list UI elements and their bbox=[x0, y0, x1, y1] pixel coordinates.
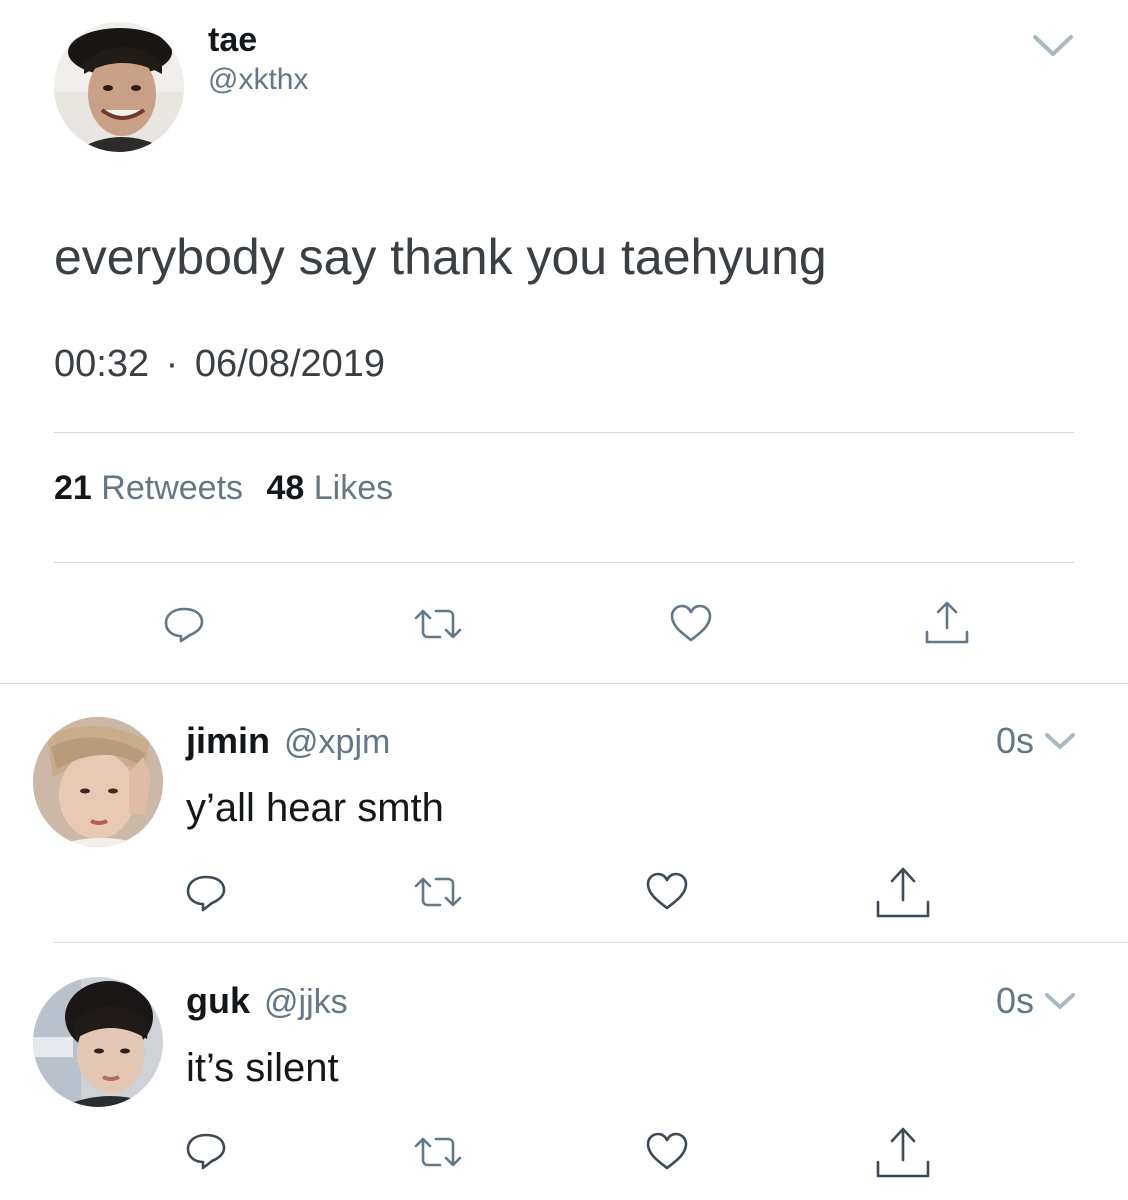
tweet-time: 00:32 bbox=[54, 343, 150, 385]
share-icon[interactable] bbox=[872, 864, 934, 920]
likes-count: 48 bbox=[266, 469, 305, 507]
user-handle[interactable]: @xkthx bbox=[208, 62, 308, 98]
reply-time: 0s bbox=[996, 980, 1035, 1021]
likes-stat[interactable]: 48 Likes bbox=[266, 469, 393, 507]
likes-label: Likes bbox=[313, 469, 394, 507]
divider bbox=[0, 683, 1128, 684]
reply-time-menu: 0s bbox=[996, 979, 1078, 1023]
chevron-down-icon[interactable] bbox=[1030, 30, 1076, 60]
divider bbox=[54, 942, 1128, 943]
retweet-icon[interactable] bbox=[410, 604, 466, 644]
chevron-down-icon[interactable] bbox=[1042, 728, 1078, 754]
tweet-text: everybody say thank you taehyung bbox=[54, 229, 827, 285]
reply-header: guk @jjks bbox=[186, 979, 348, 1024]
share-icon[interactable] bbox=[872, 1124, 934, 1180]
divider bbox=[54, 432, 1074, 433]
avatar[interactable] bbox=[33, 977, 163, 1107]
retweets-stat[interactable]: 21 Retweets bbox=[54, 469, 252, 507]
tweet-date: 06/08/2019 bbox=[194, 343, 386, 385]
retweet-icon[interactable] bbox=[410, 1132, 466, 1172]
avatar[interactable] bbox=[33, 717, 163, 847]
reply-time: 0s bbox=[996, 720, 1035, 761]
display-name[interactable]: tae bbox=[208, 20, 257, 60]
reply-time-menu: 0s bbox=[996, 719, 1078, 763]
reply-icon[interactable] bbox=[162, 604, 206, 644]
separator-dot: · bbox=[165, 343, 179, 385]
reply-icon[interactable] bbox=[184, 1130, 228, 1172]
heart-icon[interactable] bbox=[644, 1130, 690, 1172]
reply-header: jimin @xpjm bbox=[186, 719, 390, 764]
reply-icon[interactable] bbox=[184, 872, 228, 914]
divider bbox=[54, 562, 1074, 563]
heart-icon[interactable] bbox=[644, 870, 690, 912]
avatar[interactable] bbox=[54, 22, 184, 152]
user-handle[interactable]: @jjks bbox=[264, 983, 348, 1021]
retweets-count: 21 bbox=[54, 469, 92, 507]
reply-text: y’all hear smth bbox=[186, 786, 444, 830]
retweet-icon[interactable] bbox=[410, 872, 466, 912]
share-icon[interactable] bbox=[922, 598, 972, 646]
display-name[interactable]: jimin bbox=[186, 720, 270, 761]
chevron-down-icon[interactable] bbox=[1042, 988, 1078, 1014]
heart-icon[interactable] bbox=[668, 602, 714, 644]
user-handle[interactable]: @xpjm bbox=[284, 723, 390, 761]
reply-text: it’s silent bbox=[186, 1046, 339, 1090]
display-name[interactable]: guk bbox=[186, 980, 250, 1021]
retweets-label: Retweets bbox=[101, 469, 244, 507]
timestamp: 00:32 · 06/08/2019 bbox=[54, 341, 385, 387]
tweet-stats: 21 Retweets 48 Likes bbox=[54, 467, 393, 509]
